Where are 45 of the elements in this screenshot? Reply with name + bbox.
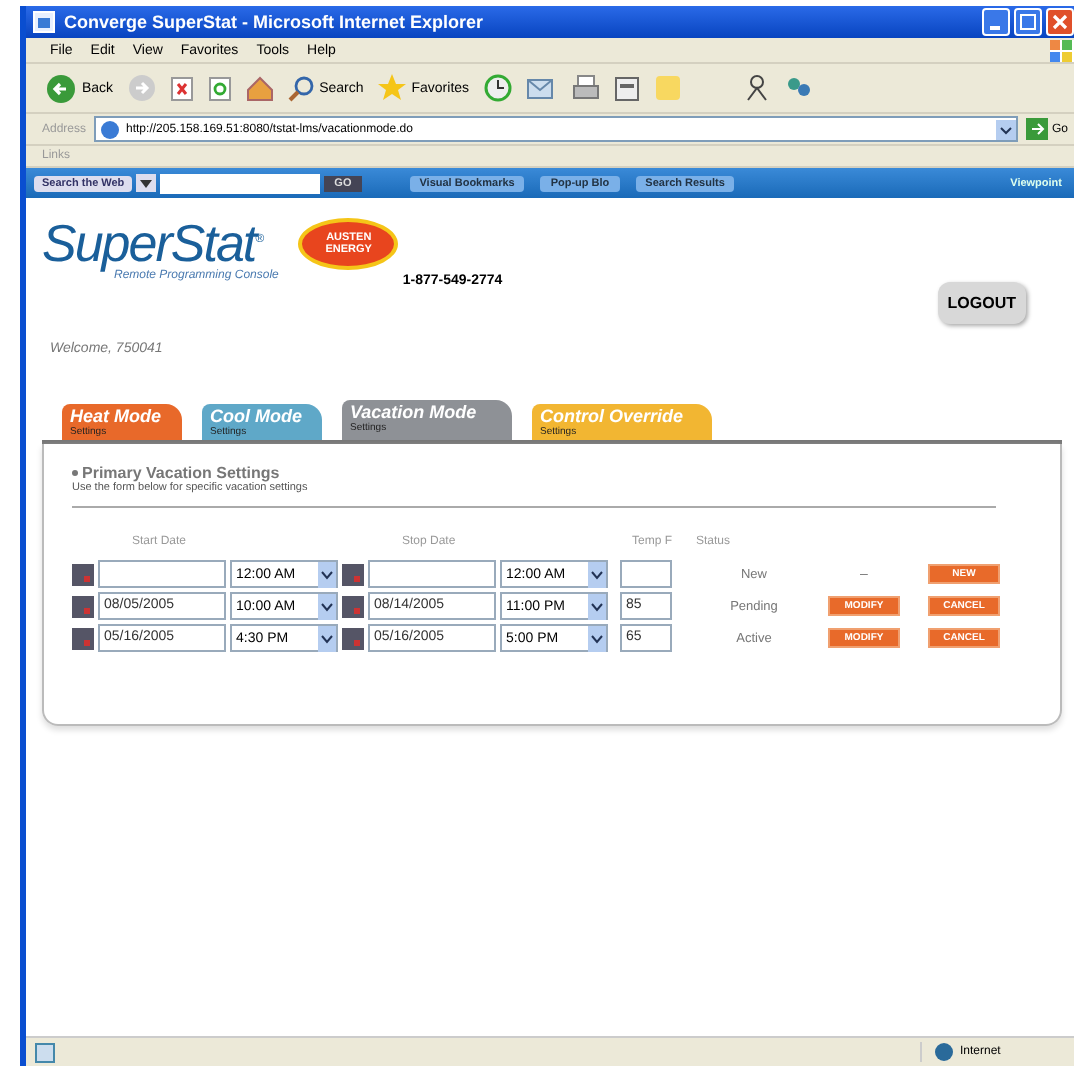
- globe-icon: [934, 1042, 954, 1062]
- temperature-field[interactable]: [620, 560, 672, 588]
- refresh-icon[interactable]: [207, 75, 232, 101]
- page-icon: [100, 119, 121, 139]
- caret-icon: [318, 593, 336, 619]
- dropdown-button[interactable]: [136, 174, 157, 192]
- maximize-button[interactable]: [1014, 8, 1042, 36]
- calendar-icon[interactable]: [342, 595, 364, 617]
- search-icon: [287, 75, 314, 101]
- date-field[interactable]: [98, 560, 226, 588]
- caret-icon: [140, 179, 153, 187]
- close-icon: [1052, 14, 1068, 30]
- caret-icon: [318, 625, 336, 651]
- caret-icon: [588, 593, 606, 619]
- people-icon[interactable]: [783, 74, 812, 102]
- caret-icon: [588, 625, 606, 651]
- date-field[interactable]: [368, 560, 496, 588]
- logout-button[interactable]: LOGOUT: [937, 282, 1026, 324]
- star-icon: [377, 74, 406, 102]
- caret-icon: [318, 561, 336, 587]
- page-icon: [34, 1041, 56, 1063]
- search-field[interactable]: [160, 173, 321, 193]
- back-icon: [46, 73, 76, 103]
- messenger-icon[interactable]: [743, 74, 770, 102]
- calendar-icon[interactable]: [342, 627, 364, 649]
- stop-icon[interactable]: [169, 75, 194, 101]
- section-title: Primary Vacation Settings: [82, 464, 280, 482]
- windows-logo-icon: [1050, 39, 1074, 61]
- calendar-icon[interactable]: [342, 563, 364, 585]
- go-icon: [1025, 118, 1048, 140]
- caret-icon: [588, 561, 606, 587]
- dropdown-icon[interactable]: [995, 119, 1016, 139]
- close-button[interactable]: [1046, 8, 1074, 36]
- home-icon[interactable]: [245, 75, 274, 101]
- calendar-icon[interactable]: [72, 627, 94, 649]
- print-icon[interactable]: [571, 74, 600, 102]
- history-icon[interactable]: [483, 74, 512, 102]
- mail-icon[interactable]: [525, 75, 558, 101]
- minimize-button[interactable]: [982, 8, 1010, 36]
- calendar-icon[interactable]: [72, 595, 94, 617]
- window-title: Converge SuperStat - Microsoft Internet Explorer: [64, 12, 484, 32]
- bullet-icon: [72, 470, 78, 476]
- edit-icon[interactable]: [613, 75, 640, 101]
- maximize-icon: [1020, 14, 1036, 30]
- calendar-icon[interactable]: [72, 563, 94, 585]
